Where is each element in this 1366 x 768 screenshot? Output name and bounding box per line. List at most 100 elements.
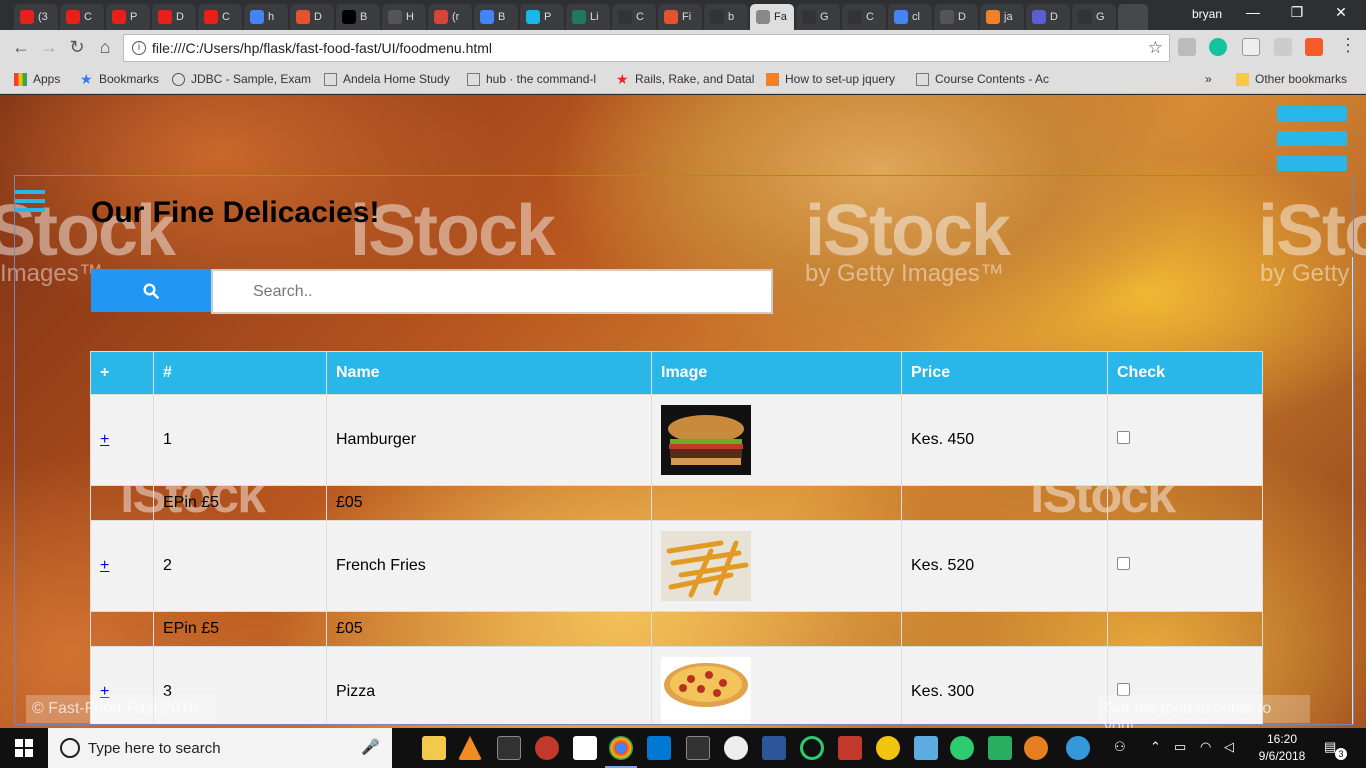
taskbar-search[interactable]: Type here to search 🎤 xyxy=(48,728,392,768)
back-icon[interactable]: ← xyxy=(10,37,32,58)
extension-icon[interactable] xyxy=(1178,38,1196,56)
extension-icon[interactable] xyxy=(1274,38,1292,56)
app-icon[interactable] xyxy=(800,736,824,760)
forward-icon[interactable]: → xyxy=(38,37,60,58)
terminal-icon[interactable] xyxy=(497,736,521,760)
app-icon[interactable] xyxy=(535,736,559,760)
paint-icon[interactable] xyxy=(1024,736,1048,760)
chrome-icon[interactable] xyxy=(605,736,637,768)
browser-tab[interactable]: G xyxy=(796,4,840,30)
bookmark-jdbc[interactable]: JDBC - Sample, Exam xyxy=(172,72,311,86)
browser-tab[interactable]: C xyxy=(842,4,886,30)
extension-icon[interactable] xyxy=(1305,38,1323,56)
page-background: iStock Images™ iStock iStock by Getty Im… xyxy=(0,95,1366,728)
expand-row-link[interactable]: + xyxy=(100,557,109,574)
battery-icon[interactable]: ▭ xyxy=(1174,739,1186,755)
browser-tab[interactable]: b xyxy=(704,4,748,30)
browser-tab[interactable]: B xyxy=(336,4,380,30)
vscode-icon[interactable] xyxy=(647,736,671,760)
hamburger-menu-icon[interactable] xyxy=(1277,106,1347,172)
bookmark-bookmarks[interactable]: ★ Bookmarks xyxy=(80,72,159,87)
browser-tab[interactable]: P xyxy=(106,4,150,30)
expand-row-link[interactable]: + xyxy=(100,431,109,448)
profile-name[interactable]: bryan xyxy=(1192,7,1222,21)
browser-tab[interactable]: G xyxy=(1072,4,1116,30)
start-button[interactable] xyxy=(0,728,48,768)
notification-count: 3 xyxy=(1335,748,1347,760)
bookmark-jquery[interactable]: How to set-up jquery xyxy=(766,72,895,86)
address-bar[interactable]: i file:///C:/Users/hp/flask/fast-food-fa… xyxy=(123,34,1170,62)
close-button[interactable]: ✕ xyxy=(1326,4,1356,21)
app-icon[interactable] xyxy=(876,736,900,760)
browser-tab[interactable]: C xyxy=(612,4,656,30)
browser-tab[interactable]: D xyxy=(1026,4,1070,30)
home-icon[interactable]: ⌂ xyxy=(94,37,116,58)
browser-tab[interactable]: ja xyxy=(980,4,1024,30)
show-hidden-icons[interactable]: ⌃ xyxy=(1150,739,1161,755)
bookmarks-overflow[interactable]: » xyxy=(1205,72,1212,86)
grammarly-icon[interactable] xyxy=(1209,38,1227,56)
item-price: Kes. 450 xyxy=(901,394,1108,486)
app-icon[interactable] xyxy=(838,736,862,760)
app-icon[interactable] xyxy=(988,736,1012,760)
browser-tab[interactable]: Li xyxy=(566,4,610,30)
bookmark-course[interactable]: Course Contents - Ac xyxy=(916,72,1049,86)
browser-tab[interactable]: Fi xyxy=(658,4,702,30)
bookmark-rails[interactable]: ★ Rails, Rake, and Datal xyxy=(616,72,754,87)
browser-tab[interactable]: D xyxy=(152,4,196,30)
help-icon[interactable] xyxy=(1066,736,1090,760)
word-icon[interactable] xyxy=(762,736,786,760)
browser-tab[interactable]: Fa xyxy=(750,4,794,30)
bookmark-star-icon[interactable]: ☆ xyxy=(1148,38,1163,58)
browser-tab[interactable]: cl xyxy=(888,4,932,30)
terminal-icon[interactable] xyxy=(686,736,710,760)
browser-tab[interactable]: (r xyxy=(428,4,472,30)
browser-tab[interactable]: C xyxy=(60,4,104,30)
minimize-button[interactable]: — xyxy=(1238,4,1268,20)
tab-favicon-icon xyxy=(710,10,724,24)
file-explorer-icon[interactable] xyxy=(422,736,446,760)
new-tab-button[interactable] xyxy=(1118,4,1148,30)
item-checkbox[interactable] xyxy=(1117,431,1130,444)
other-bookmarks[interactable]: Other bookmarks xyxy=(1236,72,1347,86)
slack-icon[interactable] xyxy=(724,736,748,760)
docs-extension-icon[interactable] xyxy=(1242,38,1260,56)
maximize-button[interactable]: ❐ xyxy=(1282,4,1312,21)
footer-copyright: © Fast-Food-Fast 2018 xyxy=(26,695,216,723)
reload-icon[interactable]: ↻ xyxy=(66,37,88,58)
browser-tab[interactable]: h xyxy=(244,4,288,30)
people-icon[interactable]: ⚇ xyxy=(1114,739,1126,755)
clock[interactable]: 16:20 9/6/2018 xyxy=(1256,731,1308,765)
menu-kebab-icon[interactable]: ⋮ xyxy=(1337,35,1359,56)
tab-favicon-icon xyxy=(1032,10,1046,24)
tab-label: (r xyxy=(452,11,460,23)
browser-tab[interactable]: B xyxy=(474,4,518,30)
table-header-row: + # Name Image Price Check xyxy=(90,351,1263,395)
search-input[interactable] xyxy=(211,269,773,314)
url-text[interactable]: file:///C:/Users/hp/flask/fast-food-fast… xyxy=(152,40,492,56)
wifi-icon[interactable]: ◠ xyxy=(1200,739,1211,755)
browser-tab[interactable]: D xyxy=(290,4,334,30)
bookmark-apps[interactable]: Apps xyxy=(14,72,60,86)
hamburger-menu-icon[interactable] xyxy=(15,190,45,216)
tab-label: H xyxy=(406,11,414,23)
scrollbar[interactable]: ▲ ▼ xyxy=(1352,257,1353,724)
vlc-icon[interactable] xyxy=(458,736,482,760)
item-checkbox[interactable] xyxy=(1117,557,1130,570)
browser-tab[interactable]: D xyxy=(934,4,978,30)
volume-icon[interactable]: ◁ xyxy=(1224,739,1234,755)
browser-tab[interactable]: H xyxy=(382,4,426,30)
item-number: 2 xyxy=(153,520,327,612)
bookmark-hub[interactable]: hub · the command-l xyxy=(467,72,596,86)
app-icon[interactable] xyxy=(914,736,938,760)
search-button[interactable] xyxy=(91,269,211,312)
browser-tab[interactable]: C xyxy=(198,4,242,30)
microphone-icon[interactable]: 🎤 xyxy=(361,738,380,756)
browser-tab[interactable]: (3 xyxy=(14,4,58,30)
tab-favicon-icon xyxy=(112,10,126,24)
app-icon[interactable] xyxy=(950,736,974,760)
browser-tab[interactable]: P xyxy=(520,4,564,30)
info-icon[interactable]: i xyxy=(132,41,146,55)
bookmark-andela[interactable]: Andela Home Study xyxy=(324,72,450,86)
sticky-notes-icon[interactable] xyxy=(573,736,597,760)
